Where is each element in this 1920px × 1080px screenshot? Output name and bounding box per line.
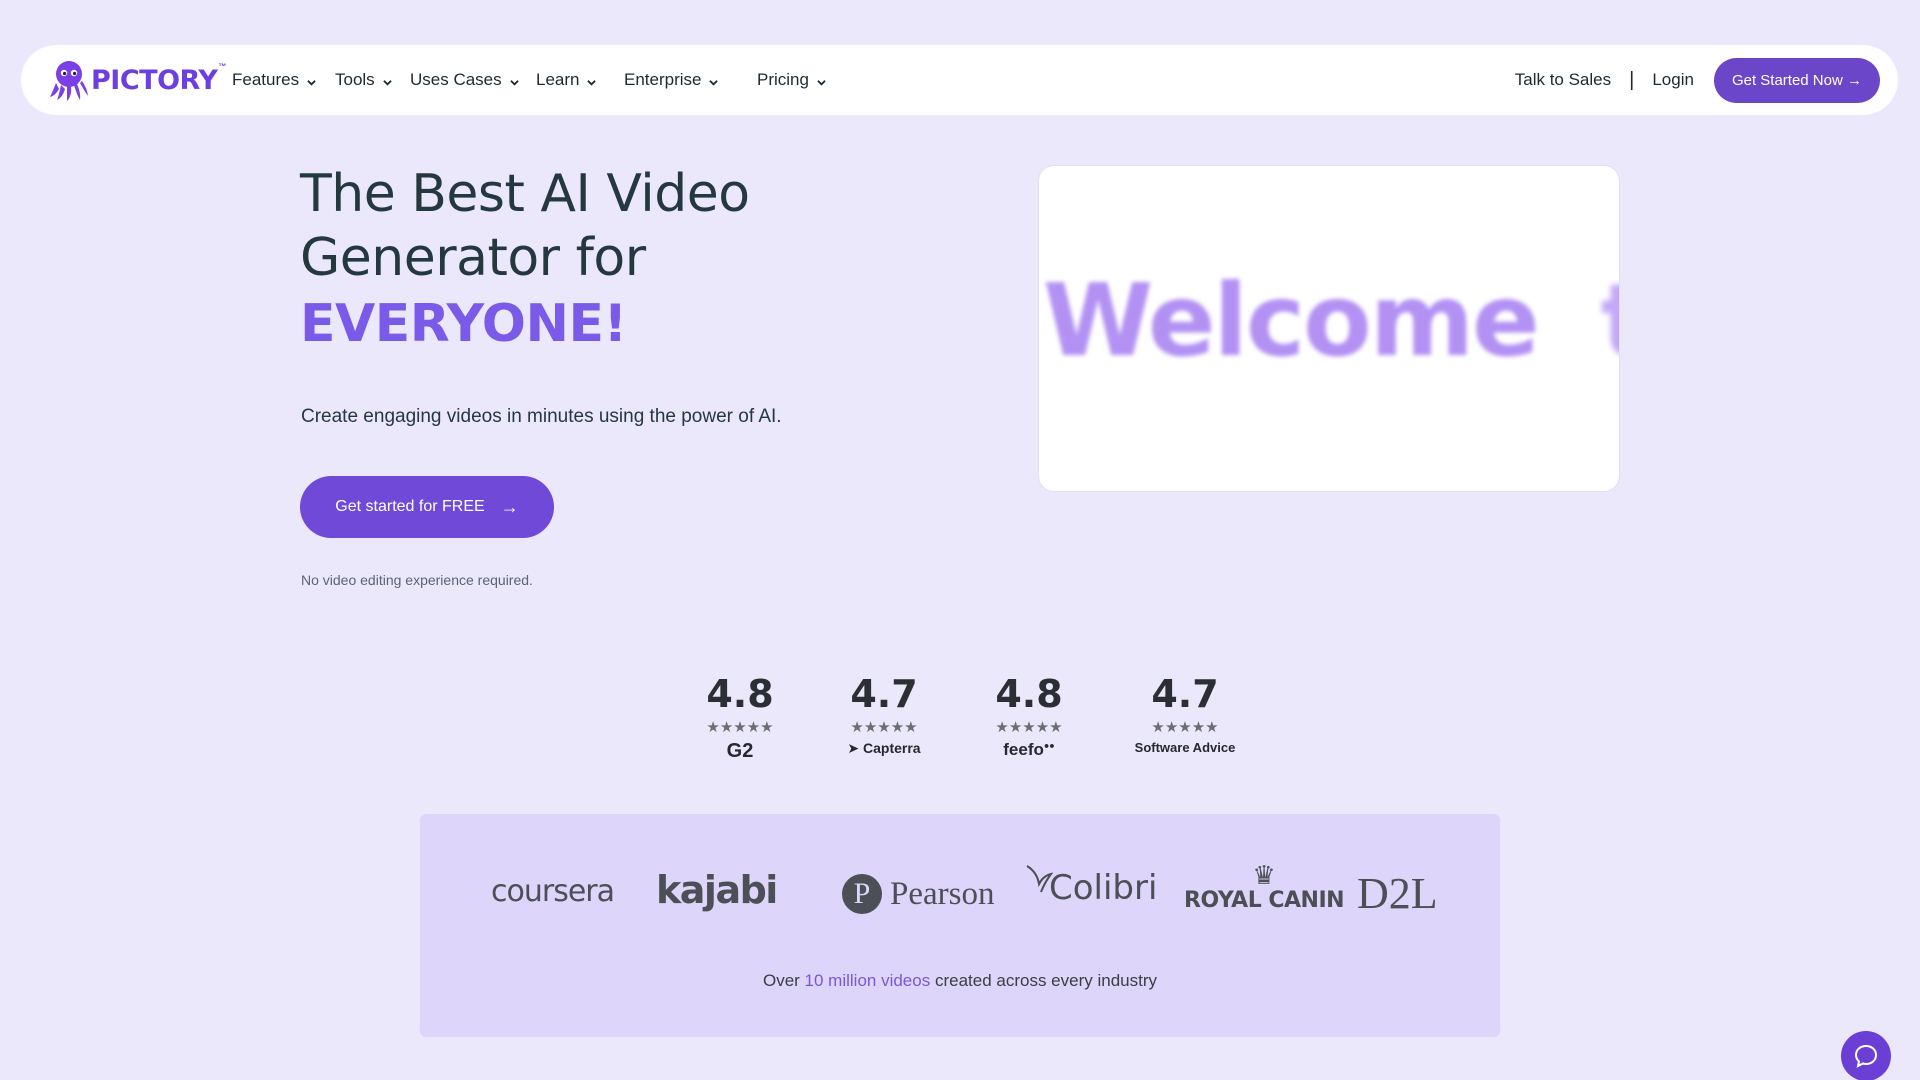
rating-score: 4.7 [850, 672, 918, 716]
trademark-mark: ™ [218, 61, 227, 71]
arrow-right-icon: → [500, 496, 519, 517]
menu-item-label: Pricing [757, 70, 809, 89]
menu-item-tools[interactable]: Tools [335, 70, 392, 90]
get-started-now-button[interactable]: Get Started Now → [1713, 57, 1880, 103]
menu-item-label: Enterprise [624, 70, 702, 89]
crown-icon: ♛ [1252, 860, 1276, 890]
menu-item-use-cases[interactable]: Uses Cases [410, 70, 519, 90]
rating-score: 4.8 [706, 672, 774, 716]
d2l-logo-text: D2L [1357, 869, 1438, 918]
menu-item-label: Features [232, 70, 300, 89]
pearson-p-icon: P [842, 874, 882, 914]
software-advice-logo-text: Software Advice [1134, 740, 1236, 755]
hero-video-player[interactable]: Welcome to [1038, 165, 1620, 492]
rating-score: 4.8 [995, 672, 1063, 716]
chevron-down-icon [509, 79, 519, 86]
hero-title-line2: Generator for [300, 228, 646, 288]
capterra-logo-text: Capterra [863, 740, 921, 756]
kajabi-logo-text: kajabi [656, 868, 778, 912]
capterra-logo: ➤ Capterra [843, 740, 925, 757]
hero-title-accent: EVERYONE! [300, 294, 627, 354]
g2-logo: G2 [700, 740, 780, 763]
star-rating-icon: ★★★★★ [995, 719, 1063, 736]
top-navbar: PICTORY ™ Features Tools Uses Cases Lear… [21, 45, 1898, 115]
menu-item-features[interactable]: Features [232, 70, 316, 90]
g2-logo-text: G2 [726, 740, 754, 762]
video-welcome-text: Welcome [1043, 262, 1540, 379]
rating-software-advice: 4.7 ★★★★★ Software Advice [1118, 672, 1252, 755]
login-link[interactable]: Login [1652, 70, 1694, 90]
brand-name: PICTORY [91, 64, 218, 96]
chat-widget-button[interactable] [1841, 1031, 1891, 1080]
video-to-text: to [1601, 262, 1619, 379]
caption-suffix: created across every industry [930, 971, 1157, 990]
hero-title: The Best AI Video Generator for [300, 162, 820, 290]
pictory-logo[interactable]: PICTORY ™ [49, 59, 226, 101]
chevron-down-icon [307, 79, 316, 86]
caption-prefix: Over [762, 971, 805, 990]
menu-item-learn[interactable]: Learn [536, 70, 597, 90]
menu-item-label: Learn [536, 70, 580, 89]
chevron-down-icon [382, 79, 392, 86]
pearson-logo: P Pearson [842, 874, 994, 914]
rating-feefo: 4.8 ★★★★★ feefo●● [988, 672, 1070, 760]
get-started-free-button[interactable]: Get started for FREE → [300, 476, 554, 538]
colibri-logo-text: Colibri [1049, 868, 1158, 908]
star-rating-icon: ★★★★★ [850, 719, 918, 736]
capterra-arrow-icon: ➤ [847, 740, 860, 756]
chevron-down-icon [709, 79, 719, 86]
star-rating-icon: ★★★★★ [1151, 719, 1219, 736]
caption-highlight: 10 million videos [804, 971, 931, 990]
octopus-logo-icon [50, 61, 88, 101]
rating-g2: 4.8 ★★★★★ G2 [700, 672, 780, 763]
video-frame-text: Welcome to [1043, 262, 1619, 379]
rating-score: 4.7 [1151, 672, 1219, 716]
d2l-logo: D2L [1357, 868, 1438, 919]
coursera-logo: coursera [491, 874, 615, 909]
chevron-down-icon [587, 79, 597, 86]
kajabi-logo: kajabi [656, 868, 778, 912]
nav-actions: Talk to Sales | Login Get Started Now → [1515, 57, 1880, 103]
hero-title-line1: The Best AI Video [300, 164, 750, 224]
menu-item-enterprise[interactable]: Enterprise [624, 70, 719, 90]
pearson-logo-text: Pearson [890, 875, 995, 912]
chevron-down-icon [817, 79, 826, 86]
chat-bubble-icon [1854, 1044, 1878, 1068]
software-advice-logo: Software Advice [1118, 740, 1252, 755]
colibri-logo: Colibri [1023, 865, 1158, 908]
get-started-free-label: Get started for FREE [335, 498, 485, 515]
hero-subtitle: Create engaging videos in minutes using … [301, 406, 782, 427]
menu-item-label: Tools [335, 70, 375, 89]
star-rating-icon: ★★★★★ [706, 719, 774, 736]
ratings-row: 4.8 ★★★★★ G2 4.7 ★★★★★ ➤ Capterra 4.8 ★★… [0, 672, 1920, 782]
feefo-logo: feefo●● [1003, 740, 1055, 759]
client-logos-panel: coursera kajabi P Pearson Colibri ♛ ROYA… [420, 814, 1500, 1037]
clients-caption: Over 10 million videos created across ev… [420, 971, 1500, 991]
royal-canin-logo: ♛ ROYAL CANIN [1184, 860, 1345, 913]
talk-to-sales-link[interactable]: Talk to Sales [1515, 70, 1611, 90]
nav-separator: | [1629, 68, 1635, 91]
hero-note: No video editing experience required. [301, 572, 533, 588]
menu-item-label: Uses Cases [410, 70, 502, 89]
menu-item-pricing[interactable]: Pricing [757, 70, 826, 90]
feefo-logo-text: feefo [1003, 740, 1044, 759]
coursera-logo-text: coursera [491, 874, 615, 909]
royal-canin-logo-text: ROYAL CANIN [1184, 888, 1345, 913]
rating-capterra: 4.7 ★★★★★ ➤ Capterra [843, 672, 925, 757]
